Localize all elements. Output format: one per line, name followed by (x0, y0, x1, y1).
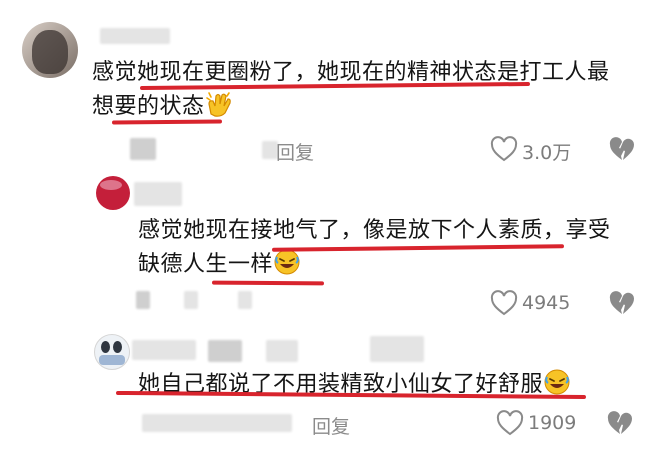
comment-text: 感觉她现在更圈粉了，她现在的精神状态是打工人最 想要的状态 (92, 60, 610, 119)
commenter-avatar[interactable] (22, 22, 78, 78)
timestamp-redacted (130, 138, 156, 160)
like-count: 1909 (528, 412, 577, 434)
username-redacted (134, 182, 182, 206)
username-redacted (208, 340, 242, 362)
broken-heart-icon[interactable] (608, 290, 636, 316)
like-count: 4945 (522, 292, 571, 314)
username-redacted (370, 336, 424, 362)
commenter-avatar[interactable] (96, 176, 130, 210)
heart-outline-icon[interactable] (490, 290, 518, 316)
username-redacted (132, 340, 196, 360)
reply-button[interactable]: 回复 (312, 412, 350, 439)
rolling-laughing-emoji (543, 368, 571, 396)
reply-button[interactable]: 回复 (276, 138, 314, 165)
highlight-underline (211, 280, 325, 286)
commenter-avatar[interactable] (94, 334, 130, 370)
timestamp-redacted (184, 291, 198, 309)
username-redacted (266, 340, 298, 362)
broken-heart-icon[interactable] (608, 136, 636, 162)
timestamp-redacted (136, 291, 150, 309)
heart-outline-icon[interactable] (490, 136, 518, 162)
broken-heart-icon[interactable] (606, 410, 634, 436)
rolling-laughing-emoji (273, 248, 301, 276)
timestamp-redacted (142, 414, 292, 432)
like-count: 3.0万 (522, 142, 572, 164)
location-redacted (238, 291, 252, 309)
username-redacted (100, 28, 170, 44)
clapping-hands-emoji (205, 90, 233, 118)
heart-outline-icon[interactable] (496, 410, 524, 436)
